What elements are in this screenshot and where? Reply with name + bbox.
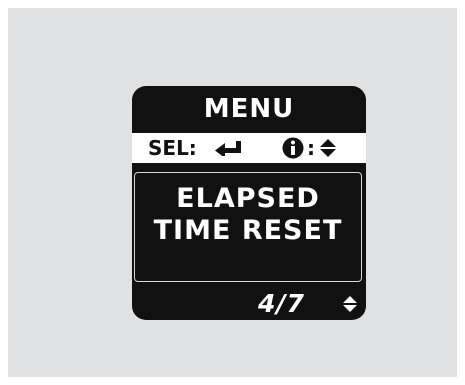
separator-colon: :: [307, 136, 315, 160]
select-hint-bar: SEL: :: [132, 133, 366, 163]
display-screen: MENU SEL: : ELAPSED TIME RESET 4/7: [132, 86, 366, 320]
menu-title: MENU: [203, 94, 295, 124]
background-panel: MENU SEL: : ELAPSED TIME RESET 4/7: [8, 8, 457, 377]
menu-item-display: ELAPSED TIME RESET: [134, 172, 362, 282]
page-counter: 4/7: [258, 289, 305, 318]
enter-return-icon: [215, 141, 241, 156]
select-label: SEL:: [148, 136, 197, 160]
menu-item-line-2: TIME RESET: [153, 215, 343, 246]
up-down-arrow-icon: [320, 139, 336, 157]
up-down-arrow-icon: [343, 296, 357, 312]
menu-item-line-1: ELAPSED: [176, 183, 320, 214]
info-icon: [282, 137, 304, 159]
